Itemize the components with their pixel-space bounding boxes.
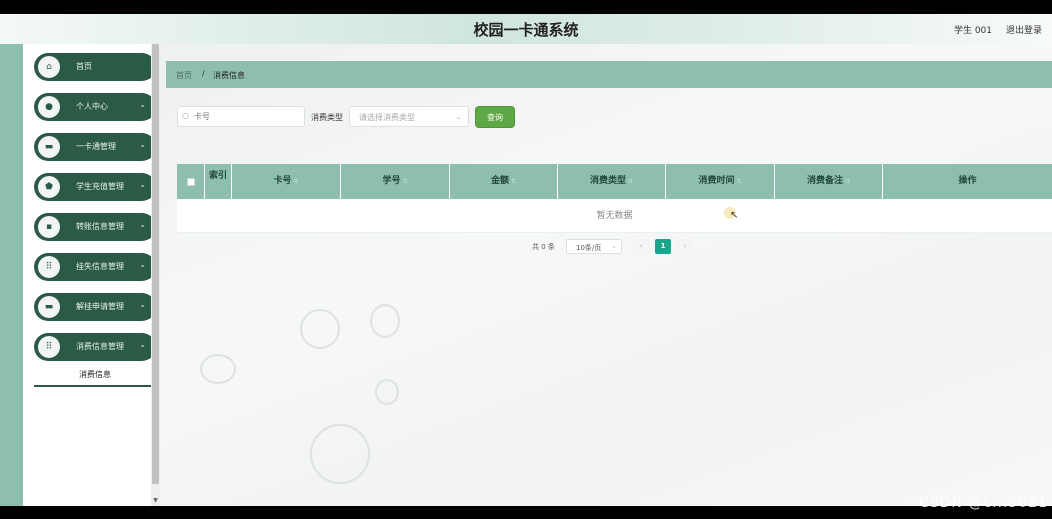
pagination-total: 共 0 条: [532, 243, 555, 251]
column-header-label: 金额: [490, 176, 509, 186]
page-button-1[interactable]: 1: [655, 239, 671, 254]
column-header-amount[interactable]: 金额 ⇅: [450, 164, 558, 199]
column-header-card-number[interactable]: 卡号 ⇅: [232, 164, 341, 199]
sidebar-item-home[interactable]: ⌂ 首页: [34, 53, 156, 81]
column-header-label: 消费时间: [698, 176, 735, 186]
page-size-select[interactable]: 10条/页 ⌄: [566, 239, 622, 254]
select-placeholder: 请选择消费类型: [359, 113, 415, 122]
next-page-button[interactable]: ›: [677, 239, 693, 254]
sidebar-item-label: 消费信息管理: [76, 342, 124, 351]
select-all-checkbox[interactable]: [187, 178, 195, 186]
consumption-type-label: 消费类型: [311, 113, 343, 122]
breadcrumb-home[interactable]: 首页: [176, 70, 192, 81]
scrollbar-thumb[interactable]: [152, 44, 159, 484]
consumption-type-select[interactable]: 请选择消费类型 ⌄: [349, 106, 469, 127]
chevron-down-icon: ⌄: [139, 300, 146, 309]
sort-icon: ⇅: [627, 178, 634, 185]
main-content: 首页 / 消费信息 ○ 消费类型 请选择消费类型 ⌄ 查询 索引 卡号⇅ 学号⇅…: [160, 44, 1052, 506]
chevron-down-icon: ⌄: [139, 260, 146, 269]
app-title: 校园一卡通系统: [473, 21, 579, 39]
sidebar-item-label: 转账信息管理: [76, 222, 124, 231]
chevron-down-icon: ⌄: [139, 140, 146, 149]
column-header-label: 学号: [382, 176, 401, 186]
chevron-down-icon: ⌄: [455, 112, 462, 121]
decor-drop: [300, 309, 340, 349]
csdn-watermark: CSDN @c...5021: [918, 495, 1048, 511]
left-decor-strip: [0, 44, 23, 506]
sidebar-item-label: 解挂申请管理: [76, 302, 124, 311]
decor-drop: [200, 354, 236, 384]
column-header-consumption-note[interactable]: 消费备注 ⇅: [775, 164, 883, 199]
monitor-icon: ▬: [38, 136, 60, 158]
column-header-label: 消费备注: [806, 176, 843, 186]
sidebar-item-unfreeze[interactable]: ▬ 解挂申请管理 ⌄: [34, 293, 156, 321]
breadcrumb-separator: /: [202, 69, 205, 78]
chevron-down-icon: ⌄: [139, 220, 146, 229]
table-empty-row: 暂无数据: [177, 199, 1052, 233]
grid-icon: ⠿: [38, 336, 60, 358]
sidebar-item-label: 一卡通管理: [76, 142, 116, 151]
home-icon: ⌂: [38, 56, 60, 78]
decor-drop: [370, 304, 400, 338]
sort-icon: ⇅: [510, 178, 517, 185]
pagination: 共 0 条 10条/页 ⌄ ‹ 1 ›: [160, 239, 1052, 255]
sort-icon: ⇅: [293, 178, 299, 185]
grid-icon: ⠿: [38, 256, 60, 278]
current-user: 学生 001: [953, 26, 992, 36]
column-header-label: 消费类型: [589, 176, 626, 186]
chevron-down-icon: ⌄: [139, 180, 146, 189]
sort-icon: ⇅: [402, 178, 408, 185]
chat-icon: ▪: [38, 216, 60, 238]
shield-icon: ⬟: [38, 176, 60, 198]
sort-icon: ⇅: [844, 178, 851, 185]
column-header-label: 卡号: [273, 176, 292, 186]
user-icon: ●: [38, 96, 60, 118]
mouse-cursor-icon: ↖: [730, 210, 739, 221]
chevron-down-icon: ⌄: [139, 340, 146, 349]
breadcrumb-current: 消费信息: [213, 71, 245, 80]
sidebar-scrollbar[interactable]: ▼: [151, 44, 160, 506]
page-size-value: 10条/页: [576, 244, 602, 252]
sort-icon: ⇅: [736, 178, 742, 185]
column-header-consumption-time[interactable]: 消费时间 ⇅: [666, 164, 775, 199]
sidebar-item-label: 首页: [76, 62, 92, 71]
decor-drop: [310, 424, 370, 484]
prev-page-button[interactable]: ‹: [633, 239, 649, 254]
query-button[interactable]: 查询: [475, 106, 515, 128]
sidebar-item-transfer[interactable]: ▪ 转账信息管理 ⌄: [34, 213, 156, 241]
column-header-actions: 操作: [958, 176, 977, 186]
column-header-consumption-type[interactable]: 消费类型 ⇅: [558, 164, 666, 199]
submenu-item-consumption-info[interactable]: 消费信息: [34, 365, 156, 387]
table-header: 索引 卡号 ⇅ 学号 ⇅ 金额 ⇅ 消费类型 ⇅ 消费时间 ⇅ 消费备注 ⇅ 操作: [177, 164, 1052, 199]
sidebar: ⌂ 首页 ● 个人中心 ⌄ ▬ 一卡通管理 ⌄ ⬟ 学生充值管理 ⌄ ▪ 转账信…: [23, 44, 156, 506]
sidebar-item-label: 挂失信息管理: [76, 262, 124, 271]
monitor-icon: ▬: [38, 296, 60, 318]
column-header-index: 索引: [205, 164, 232, 199]
column-header-student-id[interactable]: 学号 ⇅: [341, 164, 450, 199]
breadcrumb: 首页 / 消费信息: [166, 61, 1052, 88]
search-icon: ○: [182, 111, 189, 120]
scroll-down-icon[interactable]: ▼: [151, 496, 160, 506]
card-number-input[interactable]: [177, 106, 305, 127]
header-select-all: [177, 164, 205, 199]
sidebar-item-label: 学生充值管理: [76, 182, 124, 191]
decor-drop: [375, 379, 399, 405]
sidebar-item-label: 个人中心: [76, 102, 108, 111]
chevron-down-icon: ⌄: [611, 242, 617, 250]
sidebar-item-consumption[interactable]: ⠿ 消费信息管理 ⌄: [34, 333, 156, 361]
sidebar-item-loss-report[interactable]: ⠿ 挂失信息管理 ⌄: [34, 253, 156, 281]
logout-link[interactable]: 退出登录: [1006, 23, 1042, 36]
sidebar-item-personal-center[interactable]: ● 个人中心 ⌄: [34, 93, 156, 121]
chevron-down-icon: ⌄: [139, 100, 146, 109]
consumption-table: 索引 卡号 ⇅ 学号 ⇅ 金额 ⇅ 消费类型 ⇅ 消费时间 ⇅ 消费备注 ⇅ 操作 暂无数据: [177, 164, 1052, 233]
top-header: 校园一卡通系统 学生 001 退出登录: [0, 14, 1052, 44]
sidebar-item-recharge[interactable]: ⬟ 学生充值管理 ⌄: [34, 173, 156, 201]
sidebar-item-card-management[interactable]: ▬ 一卡通管理 ⌄: [34, 133, 156, 161]
